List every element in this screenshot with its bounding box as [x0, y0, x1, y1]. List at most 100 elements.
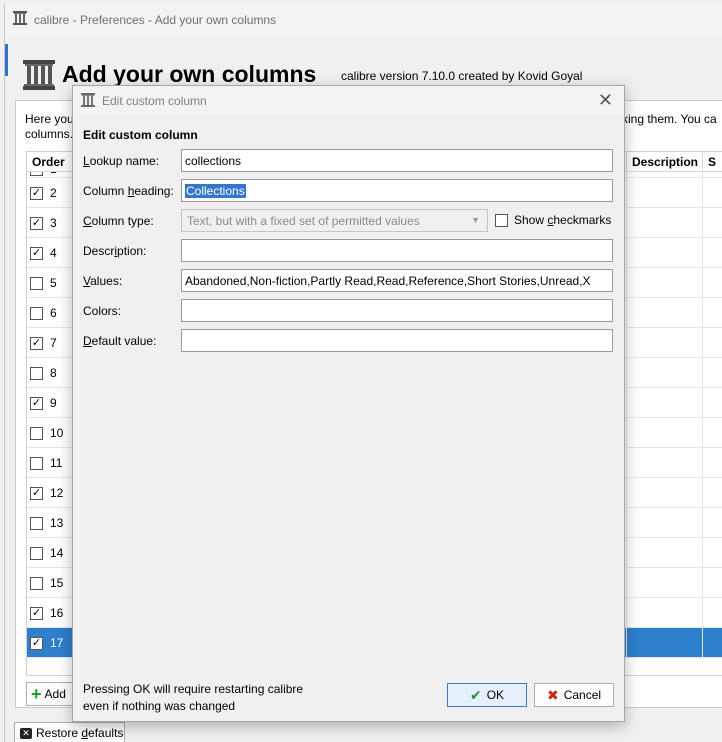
- section-title: Edit custom column: [83, 128, 198, 142]
- column-divider: [626, 418, 627, 448]
- row-checkbox[interactable]: [30, 276, 43, 290]
- row-order-number: 16: [50, 606, 64, 620]
- column-divider: [626, 508, 627, 538]
- selected-text: Collections: [185, 184, 246, 198]
- row-checkbox[interactable]: ✓: [30, 186, 43, 200]
- row-checkbox[interactable]: [30, 366, 43, 380]
- column-divider: [702, 208, 703, 238]
- row-order-number: 4: [50, 246, 57, 260]
- edit-custom-column-dialog: Edit custom column ✕ Edit custom column …: [72, 85, 625, 722]
- column-divider: [626, 328, 627, 358]
- row-order-number: 12: [50, 486, 64, 500]
- column-divider: [702, 568, 703, 598]
- column-divider: [626, 178, 627, 208]
- header-description[interactable]: Description: [626, 152, 702, 172]
- column-type-label: Column type:: [83, 214, 154, 228]
- row-order-number: 11: [50, 456, 63, 470]
- values-input[interactable]: Abandoned,Non-fiction,Partly Read,Read,R…: [181, 269, 613, 292]
- row-order-number: 8: [50, 366, 57, 380]
- column-divider: [626, 358, 627, 388]
- description-label: Description:: [83, 244, 147, 258]
- dialog-title: Edit custom column: [102, 94, 207, 108]
- restore-x-icon: ✕: [20, 727, 32, 739]
- column-divider: [626, 598, 627, 628]
- row-order-number: 14: [50, 546, 64, 560]
- row-order-number: 2: [50, 186, 57, 200]
- window-titlebar: calibre - Preferences - Add your own col…: [5, 4, 722, 36]
- values-label: Values:: [83, 274, 123, 288]
- column-divider: [626, 478, 627, 508]
- calibre-logo-icon: [81, 93, 95, 110]
- dialog-titlebar: Edit custom column ✕: [73, 86, 624, 115]
- column-heading-input[interactable]: Collections: [181, 179, 613, 202]
- row-checkbox[interactable]: ✓: [30, 216, 43, 230]
- row-checkbox[interactable]: [30, 516, 43, 530]
- row-order-number: 3: [50, 216, 57, 230]
- row-checkbox[interactable]: [30, 546, 43, 560]
- restore-defaults-button[interactable]: ✕ Restore defaults: [14, 722, 125, 742]
- default-value-input[interactable]: [181, 329, 613, 352]
- row-order-number: 5: [50, 276, 57, 290]
- restart-note: Pressing OK will require restarting cali…: [83, 682, 304, 713]
- lookup-name-input[interactable]: collections: [181, 149, 613, 172]
- column-divider: [626, 208, 627, 238]
- window-title: calibre - Preferences - Add your own col…: [34, 13, 277, 27]
- help-text-left: Here you columns.: [25, 112, 74, 141]
- row-order-number: 15: [50, 576, 64, 590]
- column-divider: [702, 178, 703, 208]
- column-divider: [626, 298, 627, 328]
- column-divider: [702, 268, 703, 298]
- row-checkbox[interactable]: [30, 576, 43, 590]
- colors-label: Colors:: [83, 304, 122, 318]
- column-divider: [626, 388, 627, 418]
- column-type-select[interactable]: Text, but with a fixed set of permitted …: [181, 209, 488, 232]
- show-checkmarks-checkbox[interactable]: Show checkmarks: [495, 213, 611, 227]
- accent-bar: [5, 44, 8, 76]
- default-value-label: Default value:: [83, 334, 157, 348]
- column-divider: [702, 238, 703, 268]
- checkbox-box[interactable]: [495, 213, 508, 227]
- chevron-down-icon: ▼: [471, 215, 480, 225]
- row-checkbox[interactable]: ✓: [30, 396, 43, 410]
- row-order-number: 17: [50, 636, 64, 650]
- column-divider: [626, 268, 627, 298]
- column-divider: [702, 628, 703, 658]
- column-divider: [626, 538, 627, 568]
- page-title: Add your own columns: [62, 61, 317, 87]
- cancel-button[interactable]: ✖ Cancel: [534, 683, 614, 707]
- column-divider: [702, 418, 703, 448]
- row-checkbox[interactable]: ✓: [30, 246, 43, 260]
- row-checkbox[interactable]: ✓: [30, 606, 43, 620]
- row-order-number: 9: [50, 396, 57, 410]
- column-divider: [626, 448, 627, 478]
- help-text-right: cking them. You ca: [616, 112, 717, 126]
- x-icon: ✖: [546, 686, 559, 703]
- plus-icon: +: [31, 684, 42, 704]
- row-checkbox[interactable]: [30, 426, 43, 440]
- checkmark-icon: ✔: [469, 686, 482, 703]
- row-checkbox[interactable]: [30, 456, 43, 470]
- column-divider: [702, 538, 703, 568]
- column-divider: [702, 598, 703, 628]
- column-divider: [702, 508, 703, 538]
- row-order-number: 10: [50, 426, 64, 440]
- column-divider: [702, 388, 703, 418]
- column-divider: [626, 238, 627, 268]
- ok-button[interactable]: ✔ OK: [447, 683, 527, 707]
- column-divider: [702, 358, 703, 388]
- calibre-logo-icon: [13, 11, 27, 28]
- lookup-name-label: Lookup name:: [83, 154, 160, 168]
- close-icon[interactable]: ✕: [598, 90, 613, 111]
- colors-input[interactable]: [181, 299, 613, 322]
- column-divider: [626, 628, 627, 658]
- column-divider: [626, 568, 627, 598]
- row-checkbox[interactable]: ✓: [30, 486, 43, 500]
- row-checkbox[interactable]: ✓: [30, 336, 43, 350]
- header-s[interactable]: S: [702, 152, 722, 172]
- column-divider: [702, 328, 703, 358]
- version-text: calibre version 7.10.0 created by Kovid …: [341, 69, 583, 83]
- description-input[interactable]: [181, 239, 613, 262]
- row-checkbox[interactable]: ✓: [30, 636, 43, 650]
- row-checkbox[interactable]: [30, 306, 43, 320]
- row-order-number: 7: [50, 336, 57, 350]
